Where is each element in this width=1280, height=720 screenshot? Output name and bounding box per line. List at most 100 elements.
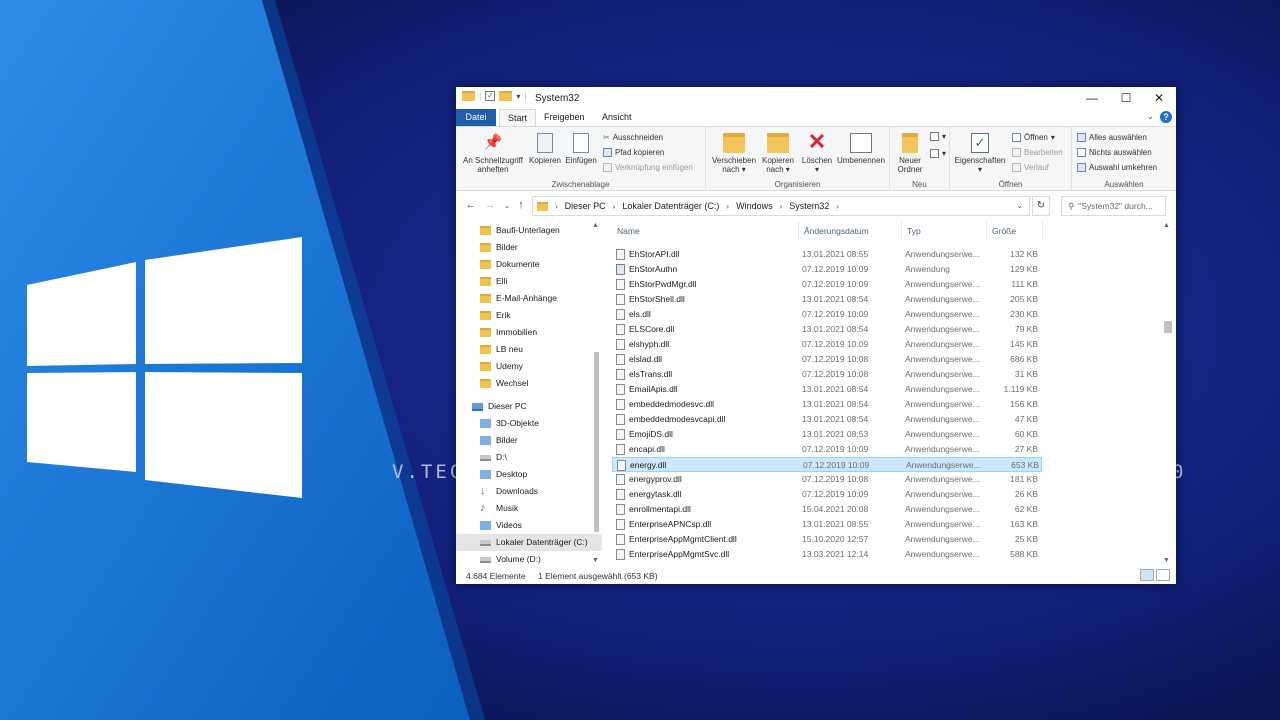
table-row[interactable]: energyprov.dll 07.12.2019 10:08 Anwendungs… <box>612 472 1042 487</box>
minimize-button[interactable]: — <box>1075 87 1109 109</box>
nav-item[interactable]: D:\ <box>456 449 602 466</box>
table-row[interactable]: encapi.dll 07.12.2019 10:09 Anwendungserwe… <box>612 442 1042 457</box>
tab-start[interactable]: Start <box>499 109 537 126</box>
invert-selection-button[interactable]: Auswahl umkehren <box>1077 163 1157 172</box>
customize-qat-icon[interactable]: ▾ <box>516 92 520 101</box>
copy-to-button[interactable]: Kopieren nach ▾ <box>758 133 798 174</box>
select-none-button[interactable]: Nichts auswählen <box>1077 148 1152 157</box>
easy-access-button[interactable]: ▾ <box>930 149 946 158</box>
nav-item[interactable]: E-Mail-Anhänge <box>456 290 602 307</box>
tab-share[interactable]: Freigeben <box>536 109 593 126</box>
nav-item[interactable]: ↓ Downloads <box>456 483 602 500</box>
table-row[interactable]: elslad.dll 07.12.2019 10:08 Anwendungserwe… <box>612 352 1042 367</box>
collapse-ribbon-icon[interactable]: ⌄ <box>1146 111 1154 122</box>
close-button[interactable]: ✕ <box>1142 87 1176 109</box>
scroll-down-icon[interactable]: ▼ <box>1163 557 1170 564</box>
back-arrow-icon[interactable]: ← <box>464 199 478 211</box>
table-row[interactable]: els.dll 07.12.2019 10:09 Anwendungserwe...… <box>612 307 1042 322</box>
nav-item[interactable]: Elli <box>456 273 602 290</box>
table-row[interactable]: embeddedmodesvc.dll 13.01.2021 08:54 Anwen… <box>612 397 1042 412</box>
history-button[interactable]: Verlauf <box>1012 163 1049 172</box>
table-row[interactable]: EhStorPwdMgr.dll 07.12.2019 10:09 Anwendun… <box>612 277 1042 292</box>
table-row[interactable]: energy.dll 07.12.2019 10:09 Anwendungserwe… <box>612 457 1042 472</box>
nav-item[interactable]: Desktop <box>456 466 602 483</box>
new-folder-button[interactable]: Neuer Ordner <box>892 133 928 174</box>
nav-item[interactable]: Volume (D:) <box>456 551 602 567</box>
nav-item[interactable]: ♪ Musik <box>456 500 602 517</box>
nav-item[interactable]: Videos <box>456 517 602 534</box>
table-row[interactable]: EhStorAuthn 07.12.2019 10:09 Anwendung 129 … <box>612 262 1042 277</box>
properties-icon[interactable]: ✓ <box>485 91 496 101</box>
help-icon[interactable]: ? <box>1160 111 1172 123</box>
breadcrumb-system32[interactable]: System32 <box>789 201 829 211</box>
nav-item[interactable]: Wechsel <box>456 375 602 392</box>
tab-file[interactable]: Datei <box>456 109 496 126</box>
table-row[interactable]: elsTrans.dll 07.12.2019 10:08 Anwendungser… <box>612 367 1042 382</box>
table-row[interactable]: EhStorShell.dll 13.01.2021 08:54 Anwendung… <box>612 292 1042 307</box>
nav-item[interactable]: LB neu <box>456 341 602 358</box>
nav-item[interactable]: Baufi-Unterlagen <box>456 222 602 239</box>
table-row[interactable]: elshyph.dll 07.12.2019 10:09 Anwendungserw… <box>612 337 1042 352</box>
column-type[interactable]: Typ <box>902 222 987 240</box>
table-row[interactable]: EhStorAPI.dll 13.01.2021 08:55 Anwendungse… <box>612 247 1042 262</box>
scrollbar-thumb[interactable] <box>1164 321 1172 333</box>
table-row[interactable]: ELSCore.dll 13.01.2021 08:54 Anwendungserw… <box>612 322 1042 337</box>
properties-button[interactable]: ✓ Eigenschaften ▾ <box>952 133 1008 174</box>
nav-item[interactable]: Dokumente <box>456 256 602 273</box>
up-arrow-icon[interactable]: ↑ <box>514 199 528 211</box>
navigation-pane-scrollbar[interactable]: ▲ ▼ <box>591 222 601 567</box>
edit-button[interactable]: Bearbeiten <box>1012 148 1063 157</box>
address-dropdown-icon[interactable]: ⌄ <box>1016 201 1023 210</box>
nav-item[interactable]: Erik <box>456 307 602 324</box>
large-icons-view-button[interactable] <box>1156 569 1170 581</box>
open-button[interactable]: Öffnen ▾ <box>1012 133 1055 142</box>
breadcrumb-this-pc[interactable]: Dieser PC <box>565 201 606 211</box>
column-date[interactable]: Änderungsdatum <box>799 222 902 240</box>
search-input[interactable]: ⚲ "System32" durch... <box>1061 196 1166 216</box>
table-row[interactable]: EmailApis.dll 13.01.2021 08:54 Anwendungse… <box>612 382 1042 397</box>
nav-item[interactable]: Dieser PC <box>456 398 602 415</box>
table-row[interactable]: EnterpriseAppMgmtClient.dll 15.10.2020 12… <box>612 532 1042 547</box>
file-list-scrollbar[interactable]: ▲ ▼ <box>1162 222 1174 567</box>
tab-view[interactable]: Ansicht <box>594 109 640 126</box>
nav-item[interactable]: Udemy <box>456 358 602 375</box>
table-row[interactable]: energytask.dll 07.12.2019 10:09 Anwendungs… <box>612 487 1042 502</box>
scroll-up-icon[interactable]: ▲ <box>1163 222 1170 229</box>
paste-shortcut-button[interactable]: Verknüpfung einfügen <box>603 163 693 172</box>
maximize-button[interactable]: ☐ <box>1109 87 1143 109</box>
breadcrumb-windows[interactable]: Windows <box>736 201 773 211</box>
table-row[interactable]: enrollmentapi.dll 15.04.2021 20:08 Anwendu… <box>612 502 1042 517</box>
table-row[interactable]: EnterpriseAPNCsp.dll 13.01.2021 08:55 Anwe… <box>612 517 1042 532</box>
forward-arrow-icon[interactable]: → <box>483 199 497 211</box>
cell-date: 07.12.2019 10:09 <box>802 264 869 274</box>
new-folder-icon[interactable] <box>499 91 513 101</box>
cut-button[interactable]: ✂ Ausschneiden <box>603 133 663 142</box>
nav-item[interactable]: Lokaler Datenträger (C:) <box>456 534 602 551</box>
breadcrumb-local-disk[interactable]: Lokaler Datenträger (C:) <box>622 201 719 211</box>
nav-item[interactable]: 3D-Objekte <box>456 415 602 432</box>
table-row[interactable]: EnterpriseAppMgmtSvc.dll 13.03.2021 12:14… <box>612 547 1042 562</box>
select-all-button[interactable]: Alles auswählen <box>1077 133 1147 142</box>
scroll-down-icon[interactable]: ▼ <box>592 557 599 564</box>
delete-button[interactable]: ✕ Löschen ▾ <box>800 131 834 175</box>
column-size[interactable]: Größe <box>987 222 1043 240</box>
pin-quick-access-button[interactable]: 📌 An Schnellzugriff anheften <box>460 133 526 174</box>
paste-button[interactable]: Einfügen <box>564 133 598 165</box>
address-bar[interactable]: › Dieser PC › Lokaler Datenträger (C:) ›… <box>532 196 1030 216</box>
scrollbar-thumb[interactable] <box>594 352 599 532</box>
column-name[interactable]: Name <box>612 222 799 240</box>
new-item-button[interactable]: ▾ <box>930 132 946 141</box>
copy-button[interactable]: Kopieren <box>528 133 562 165</box>
move-to-button[interactable]: Verschieben nach ▾ <box>710 133 758 174</box>
rename-button[interactable]: Umbenennen <box>834 133 888 165</box>
table-row[interactable]: embeddedmodesvcapi.dll 13.01.2021 08:54 An… <box>612 412 1042 427</box>
nav-item[interactable]: Bilder <box>456 432 602 449</box>
refresh-button[interactable]: ↻ <box>1032 196 1050 216</box>
copy-path-button[interactable]: Pfad kopieren <box>603 148 664 157</box>
recent-locations-icon[interactable]: ⌄ <box>500 202 514 210</box>
nav-item[interactable]: Immobilien <box>456 324 602 341</box>
details-view-button[interactable] <box>1140 569 1154 581</box>
nav-item[interactable]: Bilder <box>456 239 602 256</box>
table-row[interactable]: EmojiDS.dll 13.01.2021 08:53 Anwendungserw… <box>612 427 1042 442</box>
scroll-up-icon[interactable]: ▲ <box>592 222 599 229</box>
